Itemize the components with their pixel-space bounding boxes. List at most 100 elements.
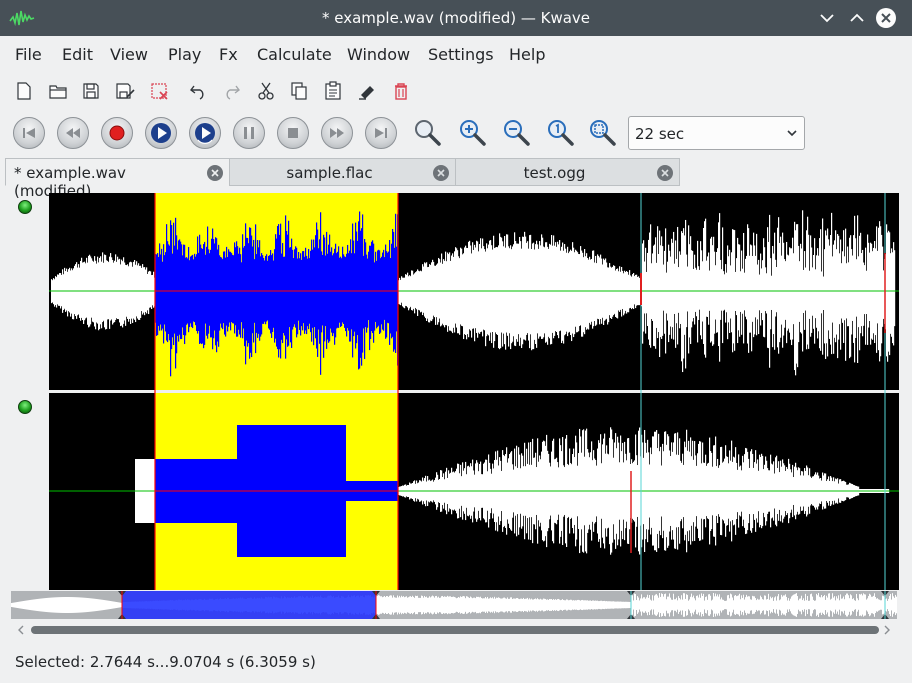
overview-sample (643, 597, 644, 613)
menu-settings[interactable]: Settings (428, 45, 494, 64)
close-tab-icon[interactable] (207, 165, 223, 181)
overview-sample (16, 602, 17, 608)
overview-sample (632, 595, 633, 615)
stop-button[interactable] (277, 117, 309, 149)
forward-button[interactable] (321, 117, 353, 149)
paste-icon[interactable] (322, 80, 344, 102)
erase-icon[interactable] (356, 80, 378, 102)
overview-sample (667, 596, 668, 614)
overview-sample (727, 595, 728, 615)
menu-calculate[interactable]: Calculate (257, 45, 332, 64)
overview-sample (802, 600, 803, 610)
overview-sample (882, 595, 883, 615)
menu-help[interactable]: Help (509, 45, 545, 64)
save-as-icon[interactable] (114, 80, 136, 102)
cut-icon[interactable] (255, 80, 277, 102)
overview-sample (152, 601, 153, 609)
overview-sample (243, 598, 244, 612)
close-tab-icon[interactable] (657, 165, 673, 181)
overview-sample (798, 600, 799, 610)
zoom-in-icon[interactable] (455, 116, 489, 150)
tab-sample-flac[interactable]: sample.flac (229, 158, 456, 186)
signal-view[interactable] (49, 193, 899, 590)
record-button[interactable] (101, 117, 133, 149)
loop-play-button[interactable] (189, 117, 221, 149)
overview-sample (543, 598, 544, 612)
tab-test-ogg[interactable]: test.ogg (455, 158, 680, 186)
overview-sample (389, 595, 390, 615)
channel-2-enable-toggle[interactable] (18, 400, 32, 414)
overview-sample (428, 597, 429, 613)
channel-1-enable-toggle[interactable] (18, 200, 32, 214)
overview-sample (705, 597, 706, 613)
overview-sample (396, 597, 397, 613)
overview-sample (370, 595, 371, 615)
tab-example-wav[interactable]: * example.wav (modified) (5, 158, 230, 200)
overview-sample (109, 600, 110, 610)
overview-sample (758, 599, 759, 611)
close-file-icon[interactable] (148, 80, 170, 102)
overview-sample (192, 599, 193, 611)
overview-sample (262, 598, 263, 612)
overview-sample (836, 596, 837, 614)
overview-sample (793, 594, 794, 616)
overview-sample (714, 596, 715, 614)
overview-sample (442, 595, 443, 615)
overview-bar[interactable] (11, 591, 897, 619)
overview-sample (695, 600, 696, 610)
zoom-all-icon[interactable] (585, 116, 619, 150)
zoom-out-icon[interactable] (499, 116, 533, 150)
overview-sample (67, 597, 68, 613)
overview-sample (345, 597, 346, 613)
menu-play[interactable]: Play (168, 45, 201, 64)
save-icon[interactable] (80, 80, 102, 102)
zoom-level-select[interactable]: 22 sec (628, 116, 805, 150)
overview-sample (806, 600, 807, 610)
overview-sample (212, 598, 213, 612)
overview-sample (597, 600, 598, 610)
overview-sample (309, 597, 310, 613)
overview-sample (599, 601, 600, 609)
overview-sample (849, 598, 850, 612)
minimize-icon[interactable] (816, 7, 838, 29)
overview-sample (579, 600, 580, 610)
zoom-original-icon[interactable] (543, 116, 577, 150)
overview-sample (810, 594, 811, 616)
menu-fx[interactable]: Fx (219, 45, 238, 64)
overview-sample (808, 600, 809, 610)
undo-icon[interactable] (187, 80, 209, 102)
overview-sample (27, 600, 28, 610)
overview-sample (620, 601, 621, 609)
menu-view[interactable]: View (110, 45, 148, 64)
overview-sample (366, 595, 367, 615)
overview-sample (103, 599, 104, 611)
pause-button[interactable] (233, 117, 265, 149)
overview-sample (169, 600, 170, 610)
menu-edit[interactable]: Edit (62, 45, 93, 64)
forward-to-end-button[interactable] (365, 117, 397, 149)
overview-sample (420, 597, 421, 613)
delete-icon[interactable] (390, 80, 412, 102)
play-button[interactable] (145, 117, 177, 149)
overview-sample (34, 599, 35, 611)
overview-sample (566, 599, 567, 611)
overview-sample (515, 598, 516, 612)
rewind-button[interactable] (57, 117, 89, 149)
close-window-icon[interactable] (875, 7, 897, 29)
menu-window[interactable]: Window (347, 45, 410, 64)
rewind-to-start-button[interactable] (13, 117, 45, 149)
zoom-selection-icon[interactable] (410, 116, 444, 150)
overview-sample (483, 598, 484, 612)
new-file-icon[interactable] (13, 80, 35, 102)
open-folder-icon[interactable] (47, 80, 69, 102)
redo-icon[interactable] (221, 80, 243, 102)
overview-sample (260, 598, 261, 612)
horizontal-scrollbar[interactable] (11, 621, 897, 639)
menu-file[interactable]: File (15, 45, 42, 64)
maximize-icon[interactable] (846, 7, 868, 29)
menu-bar: File Edit View Play Fx Calculate Window … (0, 36, 912, 72)
close-tab-icon[interactable] (433, 165, 449, 181)
overview-sample (374, 596, 375, 614)
overview-sample (720, 599, 721, 611)
copy-icon[interactable] (288, 80, 310, 102)
